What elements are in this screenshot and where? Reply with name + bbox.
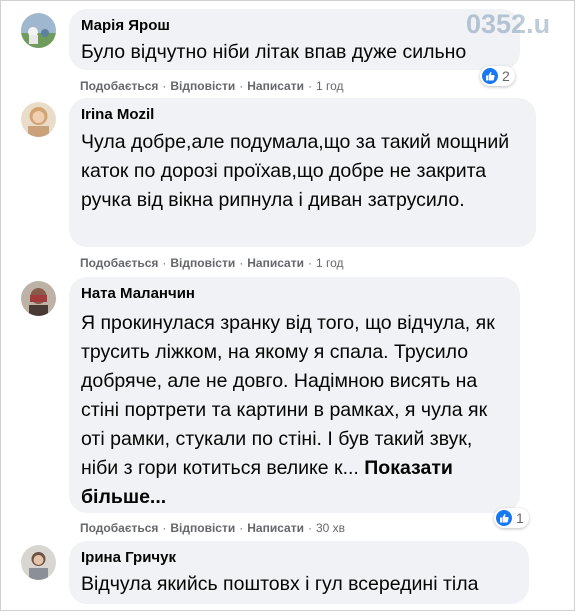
separator: · xyxy=(239,256,244,270)
comment-actions: Подобається · Відповісти · Написати · 1 год xyxy=(80,255,344,271)
watermark-logo: 0352.u xyxy=(466,9,551,39)
comment-bubble: Марія Ярош Було відчутно ніби літак впав… xyxy=(69,9,520,70)
comment-timestamp[interactable]: 1 год xyxy=(316,256,344,270)
reaction-summary[interactable]: 1 xyxy=(494,508,529,528)
reply-button[interactable]: Відповісти xyxy=(170,256,235,270)
comment-bubble: Irina Mozil Чула добре,але подумала,що з… xyxy=(69,98,536,247)
comment-actions: Подобається · Відповісти · Написати · 30 хв xyxy=(80,520,345,536)
avatar[interactable] xyxy=(21,281,56,316)
like-icon xyxy=(482,68,498,84)
comment-bubble: Ната Маланчин Я прокинулася зранку від т… xyxy=(69,277,520,513)
comment-text: Відчула якийсь поштовх і гул всередині т… xyxy=(81,573,479,595)
like-icon xyxy=(496,510,512,526)
separator: · xyxy=(162,521,167,535)
separator: · xyxy=(239,79,244,93)
write-button[interactable]: Написати xyxy=(247,521,304,535)
separator: · xyxy=(307,79,312,93)
separator: · xyxy=(239,521,244,535)
reply-button[interactable]: Відповісти xyxy=(170,79,235,93)
comment-timestamp[interactable]: 1 год xyxy=(316,79,344,93)
comment-timestamp[interactable]: 30 хв xyxy=(316,521,345,535)
reaction-count: 1 xyxy=(516,510,524,526)
comment-author[interactable]: Irina Mozil xyxy=(81,105,524,124)
comment-text: Я прокинулася зранку від того, що відчул… xyxy=(81,309,508,512)
write-button[interactable]: Написати xyxy=(247,79,304,93)
like-button[interactable]: Подобається xyxy=(80,256,158,270)
like-button[interactable]: Подобається xyxy=(80,521,158,535)
comment-text: Чула добре,але подумала,що за такий мощн… xyxy=(81,131,510,211)
avatar[interactable] xyxy=(21,13,56,48)
comment-text-body: Я прокинулася зранку від того, що відчул… xyxy=(81,312,495,479)
separator: · xyxy=(162,256,167,270)
comment-author[interactable]: Ірина Гричук xyxy=(81,548,517,567)
separator: · xyxy=(307,521,312,535)
avatar[interactable] xyxy=(21,102,56,137)
comment-text: Було відчутно ніби літак впав дуже сильн… xyxy=(81,41,467,63)
separator: · xyxy=(162,79,167,93)
reaction-count: 2 xyxy=(502,68,510,84)
reaction-summary[interactable]: 2 xyxy=(480,66,515,86)
comment-author[interactable]: Ната Маланчин xyxy=(81,284,508,303)
comment-actions: Подобається · Відповісти · Написати · 1 год xyxy=(80,78,344,94)
like-button[interactable]: Подобається xyxy=(80,79,158,93)
comment-author[interactable]: Марія Ярош xyxy=(81,16,508,35)
separator: · xyxy=(307,256,312,270)
comment-bubble: Ірина Гричук Відчула якийсь поштовх і гу… xyxy=(69,541,529,604)
write-button[interactable]: Написати xyxy=(247,256,304,270)
avatar[interactable] xyxy=(21,545,56,580)
reply-button[interactable]: Відповісти xyxy=(170,521,235,535)
